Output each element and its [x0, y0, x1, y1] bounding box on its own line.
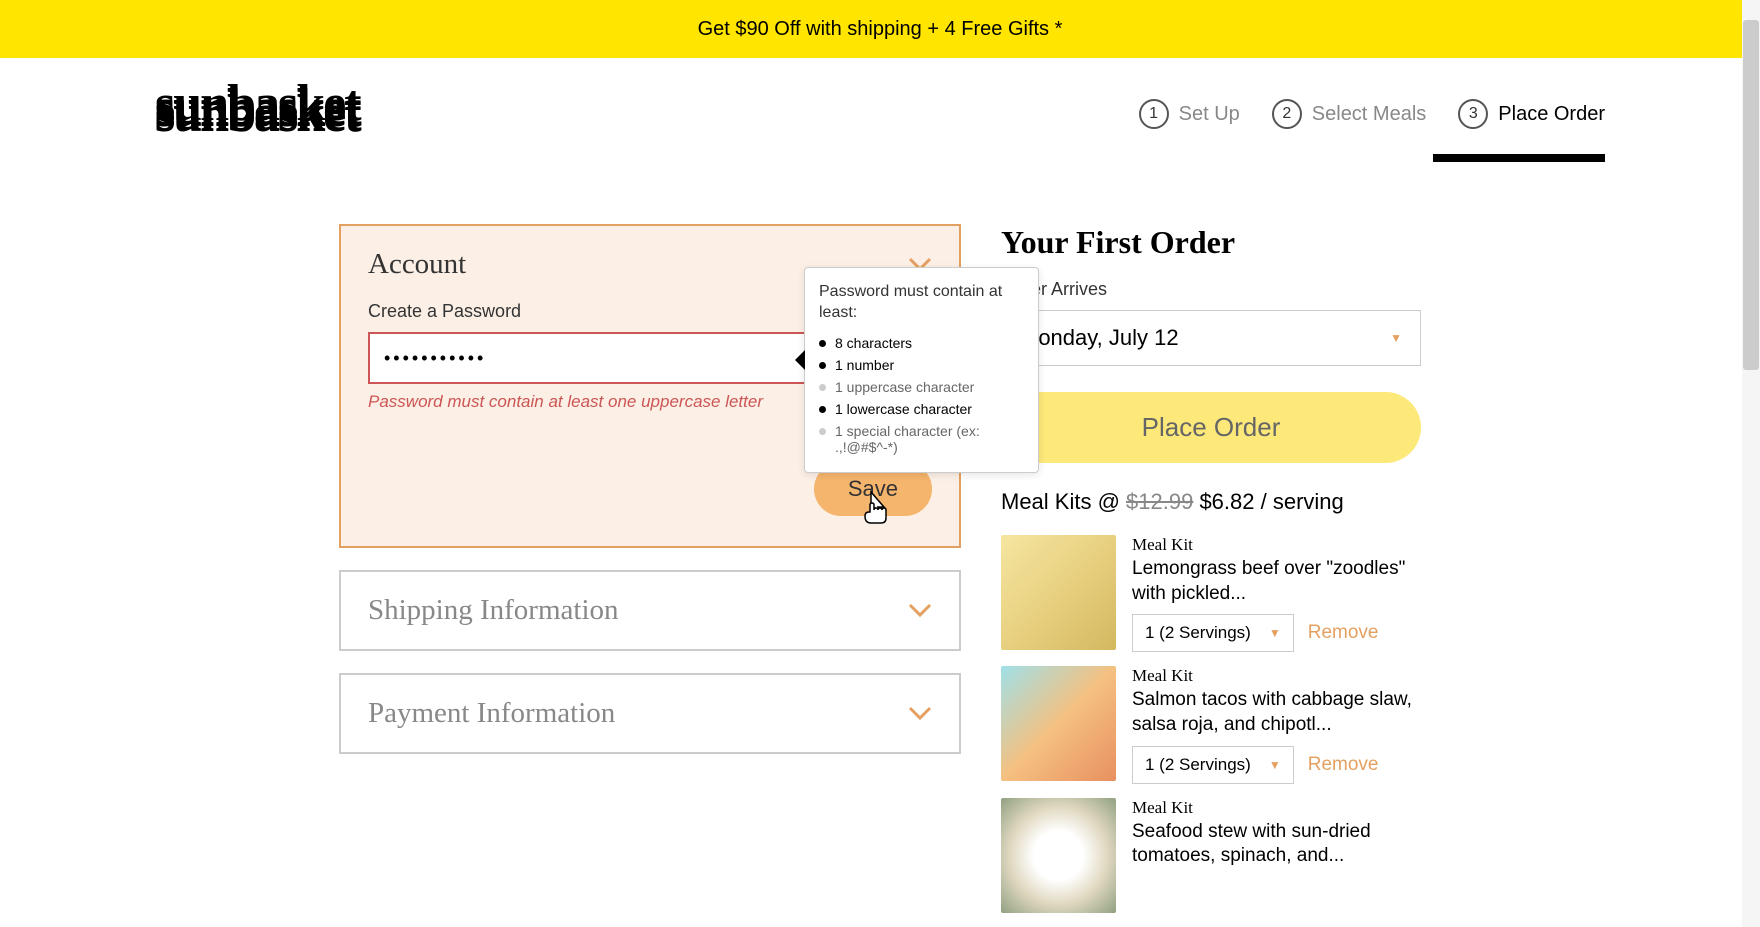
meal-tag: Meal Kit — [1132, 798, 1421, 818]
header: sunbasketsunbasket 1 Set Up 2 Select Mea… — [0, 58, 1760, 154]
chevron-down-icon[interactable] — [908, 597, 932, 624]
order-title: Your First Order — [1001, 224, 1421, 261]
panel-title: Account — [368, 248, 466, 281]
meal-image — [1001, 535, 1116, 650]
step-label: Set Up — [1179, 103, 1240, 126]
checkout-panels: Account Create a Password Password must … — [339, 224, 961, 927]
meal-image — [1001, 798, 1116, 913]
rule-number: 1 number — [819, 354, 961, 376]
promo-banner[interactable]: Get $90 Off with shipping + 4 Free Gifts… — [0, 0, 1760, 58]
caret-down-icon: ▼ — [1269, 626, 1281, 640]
new-price: $6.82 / serving — [1193, 489, 1343, 514]
step-setup[interactable]: 1 Set Up — [1139, 99, 1240, 129]
order-arrives-label: Order Arrives — [1001, 279, 1421, 300]
servings-select[interactable]: 1 (2 Servings)▼ — [1132, 746, 1294, 784]
meal-name: Salmon tacos with cabbage slaw, salsa ro… — [1132, 688, 1421, 737]
panel-title: Payment Information — [368, 697, 615, 730]
active-step-indicator — [1433, 154, 1605, 162]
meal-item: Meal Kit Salmon tacos with cabbage slaw,… — [1001, 666, 1421, 783]
meal-name: Seafood stew with sun-dried tomatoes, sp… — [1132, 820, 1421, 869]
main-content: Account Create a Password Password must … — [0, 154, 1760, 927]
caret-down-icon: ▼ — [1269, 758, 1281, 772]
meal-name: Lemongrass beef over "zoodles" with pick… — [1132, 557, 1421, 606]
rule-uppercase: 1 uppercase character — [819, 376, 961, 398]
price-line: Meal Kits @ $12.99 $6.82 / serving — [1001, 489, 1421, 515]
step-label: Select Meals — [1312, 103, 1427, 126]
meal-item: Meal Kit Seafood stew with sun-dried tom… — [1001, 798, 1421, 913]
svg-text:sunbasket: sunbasket — [155, 81, 362, 138]
brand-logo[interactable]: sunbasketsunbasket — [155, 78, 445, 150]
tooltip-rules-list: 8 characters 1 number 1 uppercase charac… — [819, 332, 961, 458]
scrollbar-track[interactable] — [1742, 0, 1760, 927]
meal-item: Meal Kit Lemongrass beef over "zoodles" … — [1001, 535, 1421, 652]
shipping-panel[interactable]: Shipping Information — [339, 570, 961, 651]
old-price: $12.99 — [1126, 489, 1193, 514]
delivery-date-select[interactable]: Monday, July 12 ▼ — [1001, 310, 1421, 366]
step-place-order[interactable]: 3 Place Order — [1458, 99, 1605, 129]
step-select-meals[interactable]: 2 Select Meals — [1272, 99, 1427, 129]
step-number: 2 — [1272, 99, 1302, 129]
checkout-steps: 1 Set Up 2 Select Meals 3 Place Order — [1139, 99, 1605, 129]
rule-chars: 8 characters — [819, 332, 961, 354]
remove-meal-link[interactable]: Remove — [1308, 622, 1379, 644]
meal-tag: Meal Kit — [1132, 666, 1421, 686]
account-panel: Account Create a Password Password must … — [339, 224, 961, 548]
meal-tag: Meal Kit — [1132, 535, 1421, 555]
place-order-button[interactable]: Place Order — [1001, 392, 1421, 463]
panel-title: Shipping Information — [368, 594, 619, 627]
password-rules-tooltip: Password must contain at least: 8 charac… — [804, 267, 961, 473]
payment-panel[interactable]: Payment Information — [339, 673, 961, 754]
rule-special: 1 special character (ex: .,!@#$^-*) — [819, 420, 961, 458]
step-number: 1 — [1139, 99, 1169, 129]
caret-down-icon: ▼ — [1390, 331, 1402, 345]
selected-date: Monday, July 12 — [1020, 325, 1179, 351]
scrollbar-thumb[interactable] — [1743, 20, 1759, 370]
tooltip-title: Password must contain at least: — [819, 282, 961, 324]
rule-lowercase: 1 lowercase character — [819, 398, 961, 420]
remove-meal-link[interactable]: Remove — [1308, 754, 1379, 776]
chevron-down-icon[interactable] — [908, 700, 932, 727]
step-label: Place Order — [1498, 103, 1605, 126]
servings-select[interactable]: 1 (2 Servings)▼ — [1132, 614, 1294, 652]
order-summary: Your First Order Order Arrives Monday, J… — [1001, 224, 1421, 927]
meal-image — [1001, 666, 1116, 781]
step-number: 3 — [1458, 99, 1488, 129]
